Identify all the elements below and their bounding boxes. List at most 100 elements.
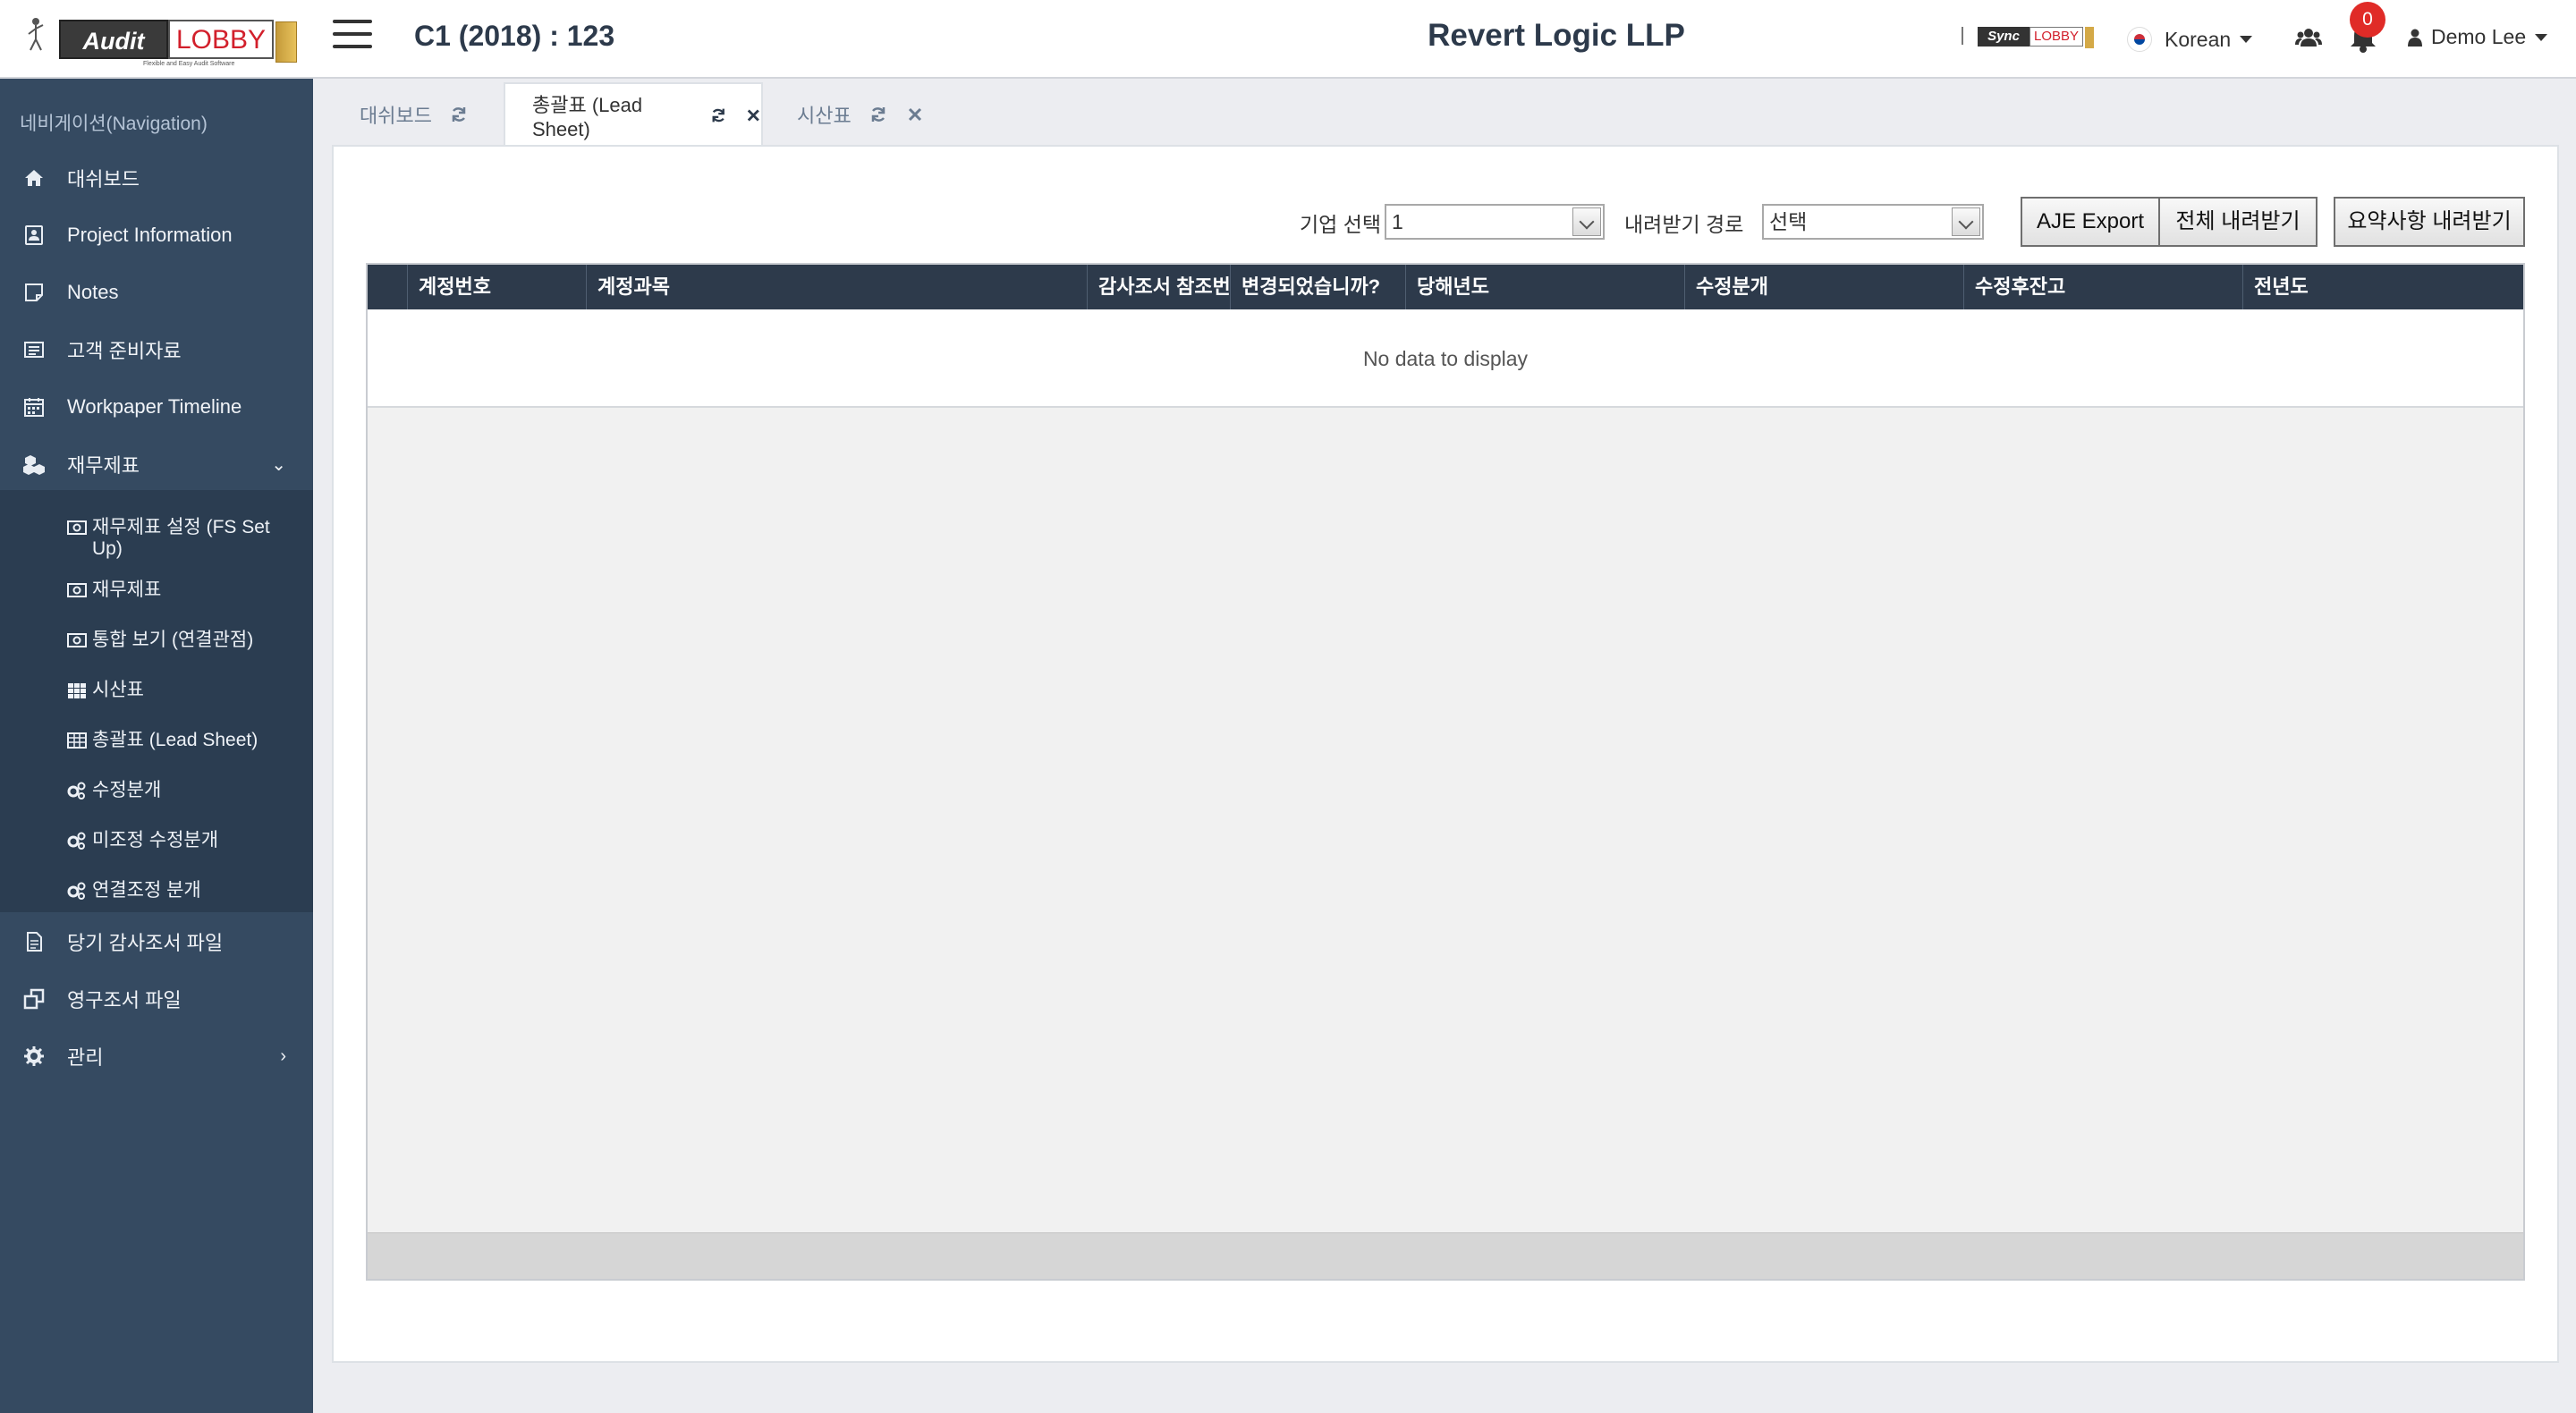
language-selector[interactable]: Korean: [2127, 25, 2253, 54]
cogs-icon: [67, 882, 86, 900]
lead-sheet-panel: 기업 선택 1 내려받기 경로 선택 AJE Export 전체 내려받기 요약…: [332, 145, 2559, 1363]
tab-lead-sheet[interactable]: 총괄표 (Lead Sheet): [504, 82, 763, 147]
grid-header-adjusted-balance[interactable]: 수정후잔고: [1963, 265, 2242, 309]
file-icon: [27, 932, 42, 952]
grid-header-account-name[interactable]: 계정과목: [586, 265, 1087, 309]
home-icon: [25, 170, 43, 186]
refresh-icon[interactable]: [869, 106, 887, 123]
sync-logo-door-icon: [2085, 27, 2094, 48]
grid-footer: [368, 1232, 2523, 1279]
logo-tagline: Flexible and Easy Audit Software: [143, 61, 235, 67]
sidebar-item-financial-statements[interactable]: 재무제표 ⌄: [0, 438, 313, 490]
sync-lobby-logo[interactable]: Sync LOBBY: [1953, 25, 2096, 48]
tab-dashboard[interactable]: 대쉬보드: [313, 82, 503, 147]
grid-header-select-column[interactable]: [368, 265, 407, 309]
audit-lobby-logo[interactable]: Audit LOBBY Flexible and Easy Audit Soft…: [27, 13, 297, 68]
logo-audit-text: Audit: [59, 20, 168, 59]
table-icon: [67, 732, 87, 749]
sidebar-item-project-information[interactable]: Project Information: [0, 209, 313, 261]
grid-header-current-year[interactable]: 당해년도: [1405, 265, 1684, 309]
submenu-item-adjusting-entries[interactable]: 수정분개: [67, 780, 282, 801]
submenu-item-label: 재무제표: [92, 580, 162, 600]
close-icon[interactable]: [746, 107, 761, 123]
logo-figure-icon: [28, 18, 44, 51]
dropdown-arrow-icon[interactable]: [1572, 207, 1601, 236]
sidebar-item-permanent-files[interactable]: 영구조서 파일: [0, 973, 313, 1025]
sidebar-item-client-materials[interactable]: 고객 준비자료: [0, 324, 313, 376]
submenu-item-trial-balance[interactable]: 시산표: [67, 680, 282, 701]
sidebar-item-management[interactable]: 관리 ›: [0, 1030, 313, 1082]
company-select-value: 1: [1392, 210, 1403, 233]
company-title: Revert Logic LLP: [1428, 18, 1685, 53]
calendar-icon: [24, 398, 44, 417]
lead-sheet-grid: 계정번호 계정과목 감사조서 참조번호 변경되었습니까? 당해년도 수정분개 수…: [366, 263, 2525, 1281]
grid-header-workpaper-ref[interactable]: 감사조서 참조번호: [1087, 265, 1230, 309]
notification-count-badge[interactable]: 0: [2350, 2, 2385, 38]
company-select[interactable]: 1: [1385, 204, 1605, 240]
list-icon: [24, 342, 44, 358]
note-icon: [25, 283, 43, 301]
user-menu[interactable]: Demo Lee: [2408, 25, 2548, 49]
user-name: Demo Lee: [2431, 25, 2527, 48]
download-summary-button[interactable]: 요약사항 내려받기: [2334, 197, 2525, 247]
submenu-item-label: 연결조정 분개: [92, 880, 201, 901]
tab-trial-balance[interactable]: 시산표: [765, 82, 944, 147]
sidebar: 네비게이션(Navigation) 대쉬보드 Project Informati…: [0, 79, 313, 1413]
team-icon[interactable]: [2295, 25, 2322, 52]
submenu-item-fs-setup[interactable]: 재무제표 설정 (FS Set Up): [67, 517, 282, 560]
submenu-item-unadjusted-entries[interactable]: 미조정 수정분개: [67, 830, 282, 851]
sidebar-item-workpaper-timeline[interactable]: Workpaper Timeline: [0, 381, 313, 433]
submenu-item-financial-statements[interactable]: 재무제표: [67, 580, 282, 601]
sidebar-item-label: 재무제표: [67, 454, 140, 477]
grid-header-prior-year[interactable]: 전년도: [2242, 265, 2523, 309]
close-icon[interactable]: [907, 106, 923, 123]
financial-statements-submenu: 재무제표 설정 (FS Set Up) 재무제표 통합 보기 (연결관점) 시산…: [0, 490, 313, 912]
grid-header-adjusting-entries[interactable]: 수정분개: [1684, 265, 1963, 309]
sidebar-item-notes[interactable]: Notes: [0, 267, 313, 318]
sidebar-item-dashboard[interactable]: 대쉬보드: [0, 152, 313, 204]
tab-label: 대쉬보드: [360, 105, 432, 127]
download-all-button[interactable]: 전체 내려받기: [2158, 197, 2318, 247]
grid-header-changed[interactable]: 변경되었습니까?: [1230, 265, 1405, 309]
company-select-label: 기업 선택: [1300, 213, 1382, 236]
logo-door-icon: [275, 21, 297, 63]
info-icon: [25, 225, 43, 245]
submenu-item-label: 총괄표 (Lead Sheet): [92, 730, 258, 750]
cogs-icon: [67, 832, 86, 850]
grid-empty-message: No data to display: [368, 309, 2523, 408]
aje-export-button[interactable]: AJE Export: [2021, 197, 2160, 247]
refresh-icon[interactable]: [450, 106, 468, 123]
language-label: Korean: [2165, 27, 2232, 51]
sidebar-item-label: 대쉬보드: [67, 168, 140, 190]
submenu-item-label: 시산표: [92, 680, 144, 700]
dropdown-arrow-icon[interactable]: [1952, 207, 1980, 236]
cubes-icon: [23, 455, 45, 475]
tab-label: 총괄표 (Lead Sheet): [532, 94, 643, 140]
sidebar-item-label: 고객 준비자료: [67, 340, 182, 362]
submenu-item-consolidation-entries[interactable]: 연결조정 분개: [67, 880, 282, 901]
user-icon: [2408, 29, 2422, 47]
korea-flag-icon: [2127, 27, 2152, 52]
refresh-icon[interactable]: [710, 106, 726, 124]
top-bar: Audit LOBBY Flexible and Easy Audit Soft…: [0, 0, 2576, 79]
tab-label: 시산표: [797, 105, 852, 127]
grid-header-account-number[interactable]: 계정번호: [407, 265, 586, 309]
sidebar-item-label: 당기 감사조서 파일: [67, 932, 224, 954]
tab-bar: 대쉬보드 총괄표 (Lead Sheet) 시산표: [313, 79, 2576, 147]
money-icon: [67, 633, 87, 647]
sync-logo-figure-icon: [1962, 27, 1972, 45]
sidebar-item-label: 영구조서 파일: [67, 989, 182, 1011]
money-icon: [67, 520, 87, 535]
logo-lobby-text: LOBBY: [168, 20, 274, 59]
money-icon: [67, 583, 87, 597]
submenu-item-lead-sheet[interactable]: 총괄표 (Lead Sheet): [67, 730, 282, 751]
chevron-down-icon: ⌄: [271, 454, 286, 475]
sidebar-item-label: Notes: [67, 281, 119, 303]
caret-down-icon: [2535, 33, 2548, 41]
chevron-right-icon: ›: [280, 1045, 286, 1066]
sidebar-item-current-workpaper-files[interactable]: 당기 감사조서 파일: [0, 916, 313, 968]
download-path-select[interactable]: 선택: [1762, 204, 1984, 240]
hamburger-menu-icon[interactable]: [333, 20, 372, 54]
submenu-item-consolidated-view[interactable]: 통합 보기 (연결관점): [67, 630, 282, 651]
submenu-item-label: 재무제표 설정 (FS Set Up): [92, 517, 270, 559]
